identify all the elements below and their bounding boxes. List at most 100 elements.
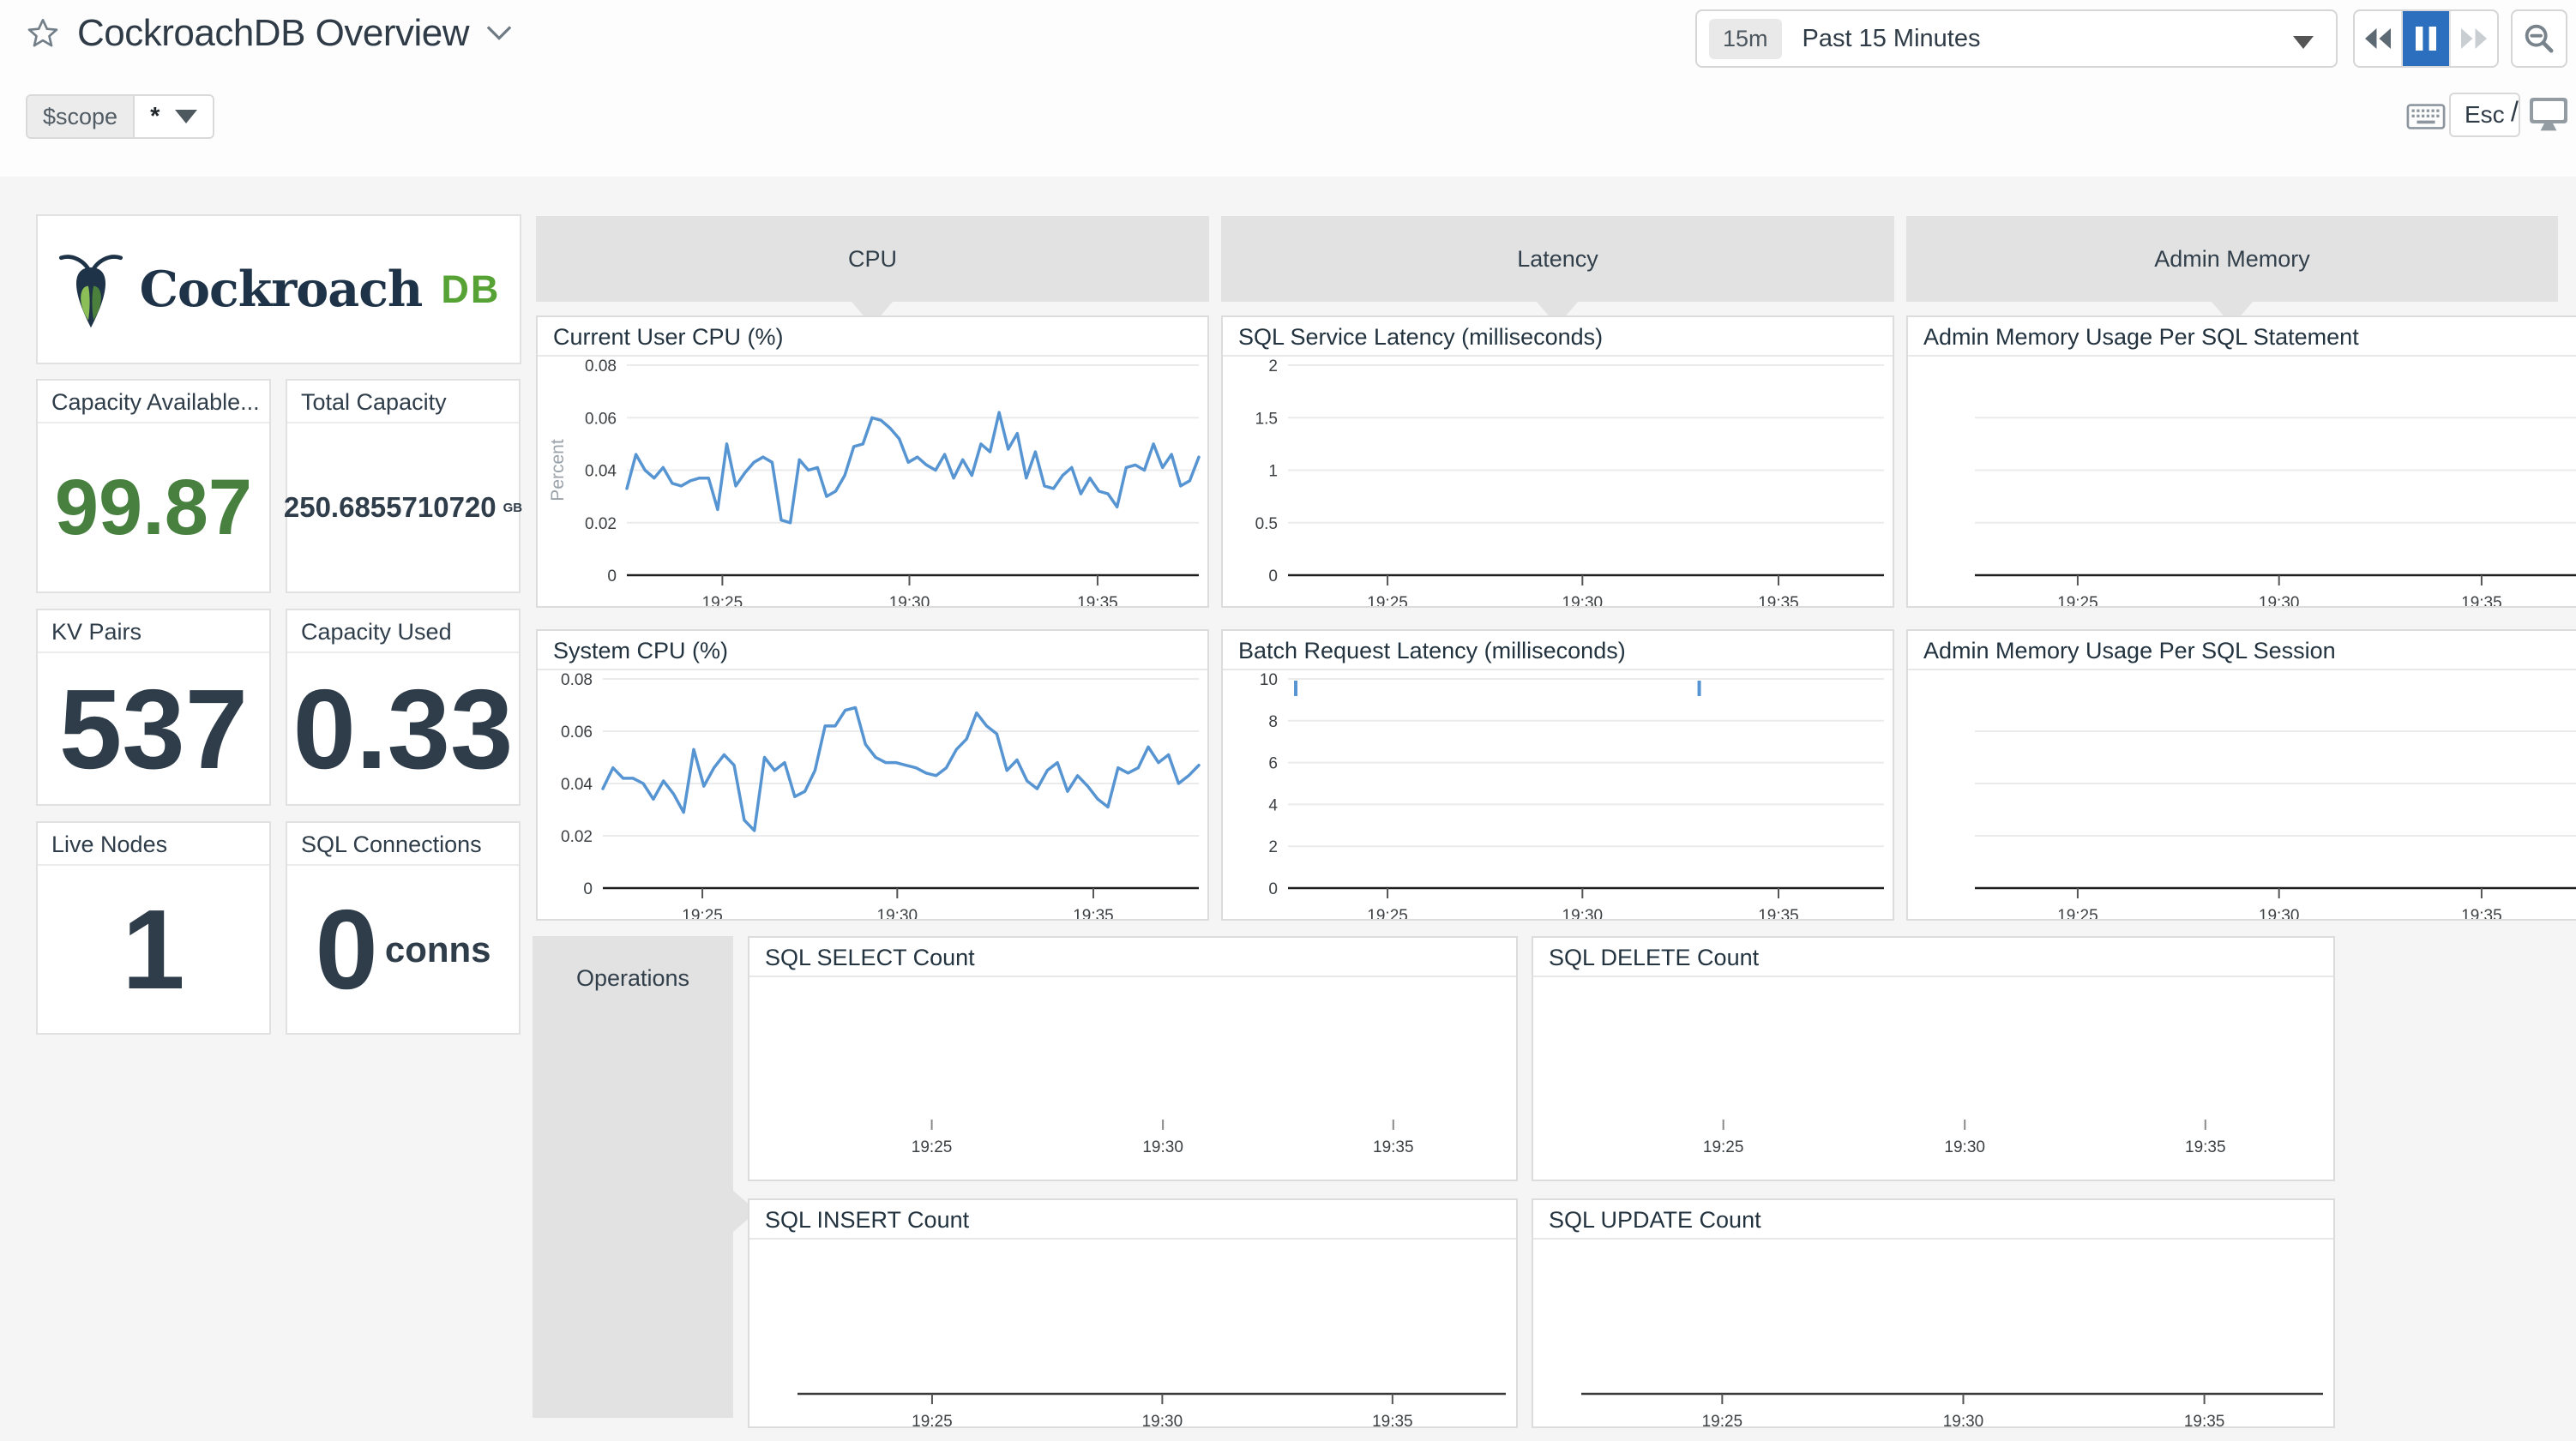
cockroach-bug-icon	[57, 245, 124, 334]
stat-card-value: 1	[122, 885, 184, 1014]
logo-brand-suffix: DB	[441, 267, 500, 312]
svg-text:0: 0	[1268, 567, 1278, 585]
svg-text:19:30: 19:30	[2259, 594, 2300, 606]
svg-text:0: 0	[607, 567, 617, 585]
stat-card-value: 0.33	[293, 664, 514, 794]
panel-title: Batch Request Latency (milliseconds)	[1223, 631, 1893, 670]
stat-card-live-nodes: Live Nodes 1	[36, 821, 271, 1035]
svg-text:19:35: 19:35	[2185, 1138, 2226, 1156]
svg-text:1: 1	[1268, 463, 1278, 481]
panel-title: Current User CPU (%)	[538, 317, 1207, 357]
scope-value-text: *	[150, 103, 159, 131]
svg-text:19:30: 19:30	[1562, 907, 1604, 919]
svg-text:19:35: 19:35	[2461, 594, 2502, 606]
stat-card-label: Capacity Used	[287, 610, 519, 653]
esc-shortcut-button[interactable]: Esc	[2449, 93, 2520, 137]
section-header-latency[interactable]: Latency	[1221, 216, 1894, 302]
stat-card-kv-pairs: KV Pairs 537	[36, 609, 271, 806]
time-range-dropdown[interactable]: 15m Past 15 Minutes	[1695, 9, 2338, 68]
svg-text:0.04: 0.04	[561, 776, 593, 794]
svg-text:19:25: 19:25	[1367, 907, 1408, 919]
panel-title: SQL SELECT Count	[749, 938, 1516, 977]
svg-text:8: 8	[1268, 713, 1278, 731]
svg-text:0.08: 0.08	[561, 671, 593, 689]
panel-sql-select-count: SQL SELECT Count 19:2519:3019:35	[748, 936, 1518, 1181]
scope-caret-icon	[175, 110, 197, 123]
svg-text:2: 2	[1268, 838, 1278, 856]
tv-mode-icon[interactable]	[2528, 96, 2569, 134]
svg-text:19:25: 19:25	[912, 1413, 953, 1426]
panel-title: System CPU (%)	[538, 631, 1207, 670]
svg-text:0: 0	[1268, 880, 1278, 898]
svg-text:19:30: 19:30	[889, 594, 930, 606]
chart-current-user-cpu[interactable]: 00.020.040.060.0819:2519:3019:35Percent	[538, 357, 1207, 606]
svg-text:0.04: 0.04	[585, 463, 617, 481]
star-icon[interactable]	[26, 16, 60, 51]
svg-text:19:25: 19:25	[702, 594, 743, 606]
svg-text:19:30: 19:30	[1562, 594, 1604, 606]
fast-forward-button[interactable]	[2451, 11, 2497, 66]
chart-admin-mem-session[interactable]: 19:2519:3019:35	[1908, 670, 2576, 919]
keyboard-icon[interactable]	[2406, 103, 2446, 130]
svg-text:0: 0	[583, 880, 593, 898]
chart-sql-insert-count[interactable]: 19:2519:3019:35	[749, 1240, 1516, 1426]
svg-text:0.5: 0.5	[1255, 515, 1278, 533]
panel-title: SQL Service Latency (milliseconds)	[1223, 317, 1893, 357]
section-header-operations[interactable]: Operations	[533, 936, 733, 1418]
pause-button[interactable]	[2403, 11, 2451, 66]
stat-card-label: SQL Connections	[287, 823, 519, 866]
svg-text:10: 10	[1260, 671, 1278, 689]
panel-sql-delete-count: SQL DELETE Count 19:2519:3019:35	[1532, 936, 2335, 1181]
chart-sql-update-count[interactable]: 19:2519:3019:35	[1533, 1240, 2333, 1426]
chart-system-cpu[interactable]: 00.020.040.060.0819:2519:3019:35	[538, 670, 1207, 919]
scope-variable-value[interactable]: *	[135, 96, 213, 137]
chart-sql-service-latency[interactable]: 00.511.5219:2519:3019:35	[1223, 357, 1893, 606]
time-range-label: Past 15 Minutes	[1803, 25, 1981, 53]
template-variable-scope[interactable]: $scope *	[26, 94, 214, 139]
dashboard-title-row: CockroachDB Overview	[26, 12, 512, 55]
svg-text:19:25: 19:25	[682, 907, 723, 919]
svg-text:19:25: 19:25	[1703, 1138, 1744, 1156]
playback-controls	[2353, 9, 2499, 68]
dropdown-caret-icon	[2293, 36, 2314, 49]
svg-text:0.02: 0.02	[585, 515, 617, 533]
svg-text:0.08: 0.08	[585, 357, 617, 375]
panel-batch-request-latency: Batch Request Latency (milliseconds) 024…	[1221, 629, 1894, 921]
svg-text:1.5: 1.5	[1255, 410, 1278, 428]
panel-title: Admin Memory Usage Per SQL Session	[1908, 631, 2576, 670]
panel-sql-update-count: SQL UPDATE Count 19:2519:3019:35	[1532, 1198, 2335, 1428]
chart-sql-select-count[interactable]: 19:2519:3019:35	[749, 977, 1516, 1180]
stat-card-label: Capacity Available...	[38, 381, 269, 423]
magnifier-minus-icon	[2522, 21, 2556, 56]
time-range-badge: 15m	[1709, 19, 1782, 59]
section-header-admin-memory[interactable]: Admin Memory	[1906, 216, 2558, 302]
chart-admin-mem-statement[interactable]: 19:2519:3019:35	[1908, 357, 2576, 606]
zoom-out-button[interactable]	[2511, 9, 2567, 68]
section-header-cpu[interactable]: CPU	[536, 216, 1209, 302]
stat-card-capacity-available: Capacity Available... 99.87	[36, 379, 271, 593]
logo-brand-text: Cockroach	[140, 261, 423, 318]
rewind-button[interactable]	[2355, 11, 2403, 66]
title-chevron-down-icon[interactable]	[486, 25, 512, 42]
svg-text:19:35: 19:35	[1373, 1138, 1414, 1156]
svg-text:Percent: Percent	[548, 439, 568, 501]
stat-card-unit: GB	[503, 501, 523, 515]
svg-text:19:30: 19:30	[877, 907, 918, 919]
svg-text:0.06: 0.06	[585, 410, 617, 428]
svg-text:19:35: 19:35	[1372, 1413, 1413, 1426]
svg-text:19:35: 19:35	[1758, 594, 1799, 606]
stat-card-value: 0	[315, 885, 377, 1014]
stat-card-capacity-used: Capacity Used 0.33	[286, 609, 521, 806]
panel-current-user-cpu: Current User CPU (%) 0 0.02 0.04 0.06 0.08 19…	[536, 315, 1209, 608]
svg-text:19:35: 19:35	[1073, 907, 1114, 919]
svg-text:19:35: 19:35	[2461, 907, 2502, 919]
svg-text:6: 6	[1268, 755, 1278, 773]
svg-text:0.06: 0.06	[561, 724, 593, 742]
svg-text:19:25: 19:25	[1367, 594, 1408, 606]
stat-card-label: Live Nodes	[38, 823, 269, 866]
stat-card-value: 250.6855710720	[284, 491, 497, 524]
chart-sql-delete-count[interactable]: 19:2519:3019:35	[1533, 977, 2333, 1180]
chart-batch-request-latency[interactable]: 024681019:2519:3019:35	[1223, 670, 1893, 919]
panel-sql-service-latency: SQL Service Latency (milliseconds) 0 0.5 1…	[1221, 315, 1894, 608]
svg-text:19:30: 19:30	[1943, 1413, 1984, 1426]
